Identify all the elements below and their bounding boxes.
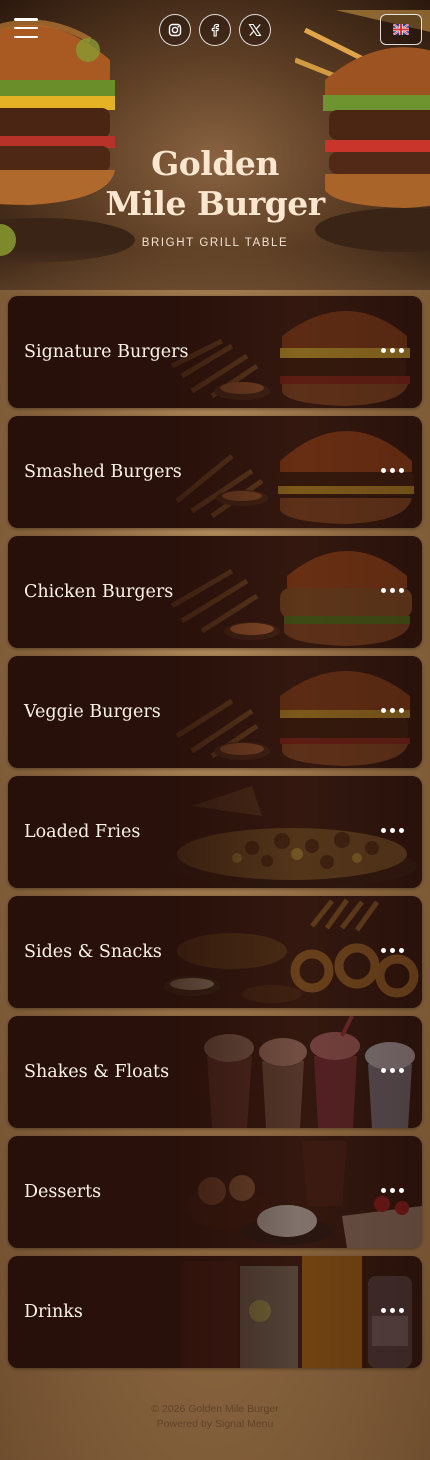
menu-page: Golden Mile Burger BRIGHT GRILL TABLE Si… [0, 0, 430, 1460]
category-smashed-burgers[interactable]: Smashed Burgers [8, 416, 422, 528]
category-chicken-burgers[interactable]: Chicken Burgers [8, 536, 422, 648]
more-dots-icon[interactable] [381, 708, 404, 713]
category-label: Veggie Burgers [24, 702, 161, 722]
more-dots-icon[interactable] [381, 588, 404, 593]
restaurant-tagline: BRIGHT GRILL TABLE [141, 237, 289, 249]
category-drinks[interactable]: Drinks [8, 1256, 422, 1368]
hero-fade [0, 220, 430, 290]
category-label: Shakes & Floats [24, 1062, 170, 1082]
title-line-2: Mile Burger [105, 184, 325, 223]
category-signature-burgers[interactable]: Signature Burgers [8, 296, 422, 408]
social-links [159, 14, 271, 46]
language-selector[interactable] [380, 14, 422, 45]
category-label: Loaded Fries [24, 822, 141, 842]
category-label: Desserts [24, 1182, 102, 1202]
more-dots-icon[interactable] [381, 1308, 404, 1313]
hamburger-menu-icon[interactable] [14, 18, 38, 38]
category-label: Signature Burgers [24, 342, 189, 362]
restaurant-title: Golden Mile Burger [0, 144, 430, 224]
category-label: Chicken Burgers [24, 582, 174, 602]
category-desserts[interactable]: Desserts [8, 1136, 422, 1248]
powered-by-text: Powered by Signal Menu [156, 1418, 274, 1430]
more-dots-icon[interactable] [381, 828, 404, 833]
category-label: Sides & Snacks [24, 942, 162, 962]
category-veggie-burgers[interactable]: Veggie Burgers [8, 656, 422, 768]
uk-flag-icon [393, 24, 409, 35]
page-footer: © 2026 Golden Mile Burger Powered by Sig… [0, 1402, 430, 1432]
hero-banner: Golden Mile Burger BRIGHT GRILL TABLE [0, 0, 430, 290]
more-dots-icon[interactable] [381, 948, 404, 953]
more-dots-icon[interactable] [381, 1068, 404, 1073]
more-dots-icon[interactable] [381, 1188, 404, 1193]
category-sides-snacks[interactable]: Sides & Snacks [8, 896, 422, 1008]
x-twitter-icon[interactable] [239, 14, 271, 46]
category-label: Drinks [24, 1302, 83, 1322]
facebook-icon[interactable] [199, 14, 231, 46]
title-line-1: Golden [151, 144, 279, 183]
category-label: Smashed Burgers [24, 462, 182, 482]
copyright-text: © 2026 Golden Mile Burger [151, 1403, 279, 1415]
category-loaded-fries[interactable]: Loaded Fries [8, 776, 422, 888]
category-shakes-floats[interactable]: Shakes & Floats [8, 1016, 422, 1128]
more-dots-icon[interactable] [381, 468, 404, 473]
instagram-icon[interactable] [159, 14, 191, 46]
more-dots-icon[interactable] [381, 348, 404, 353]
